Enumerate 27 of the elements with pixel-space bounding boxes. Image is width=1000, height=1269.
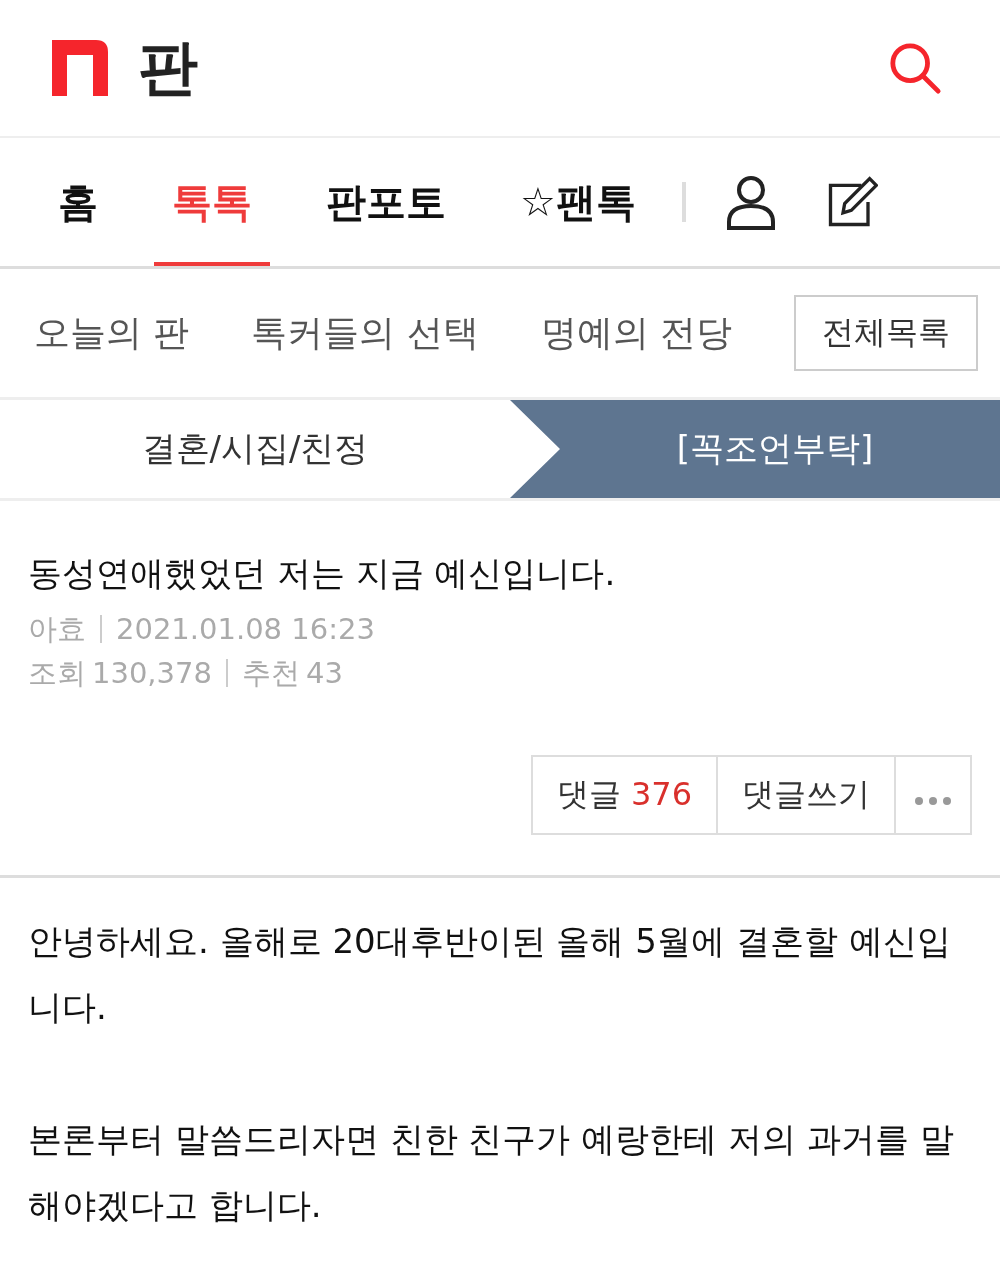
all-list-button[interactable]: 전체목록 [794, 295, 979, 371]
nav-tab[interactable]: ☆팬톡 [502, 138, 654, 266]
more-button[interactable] [894, 755, 972, 835]
body-paragraph: 본론부터 말씀드리자면 친한 친구가 예랑한테 저의 과거를 말해야겠다고 합니다. [28, 1118, 955, 1227]
user-icon[interactable] [725, 173, 776, 231]
subcategory-tab[interactable]: [꼭조언부탁] [510, 400, 1000, 498]
write-comment-button[interactable]: 댓글쓰기 [716, 755, 896, 835]
submenu-link[interactable]: 오늘의 판 [34, 308, 190, 358]
post-date: 2021.01.08 16:23 [116, 611, 375, 648]
post-title: 동성연애했었던 저는 지금 예신입니다. [28, 552, 617, 595]
logo-text[interactable]: 판 [138, 27, 198, 109]
likes-count: 43 [305, 655, 343, 692]
nav-tab[interactable]: 홈 [40, 138, 116, 266]
search-icon[interactable] [888, 41, 942, 95]
likes-label: 추천 [241, 655, 300, 692]
nav-tab[interactable]: 톡톡 [154, 138, 270, 266]
nav-tab[interactable]: 판포토 [308, 138, 464, 266]
author-name: 아효 [28, 611, 86, 648]
views-count: 130,378 [92, 655, 212, 692]
submenu-link[interactable]: 명예의 전당 [540, 308, 733, 358]
logo-icon[interactable] [52, 40, 108, 96]
body-paragraph: 안녕하세요. 올해로 20대후반이된 올해 5월에 결혼할 예신입니다. [28, 920, 952, 1029]
category-link[interactable]: 결혼/시집/친정 [0, 400, 510, 498]
comments-button[interactable]: 댓글 376 [530, 755, 718, 835]
submenu-link[interactable]: 톡커들의 선택 [251, 308, 479, 358]
more-icon [914, 796, 952, 806]
views-label: 조회 [28, 655, 86, 692]
